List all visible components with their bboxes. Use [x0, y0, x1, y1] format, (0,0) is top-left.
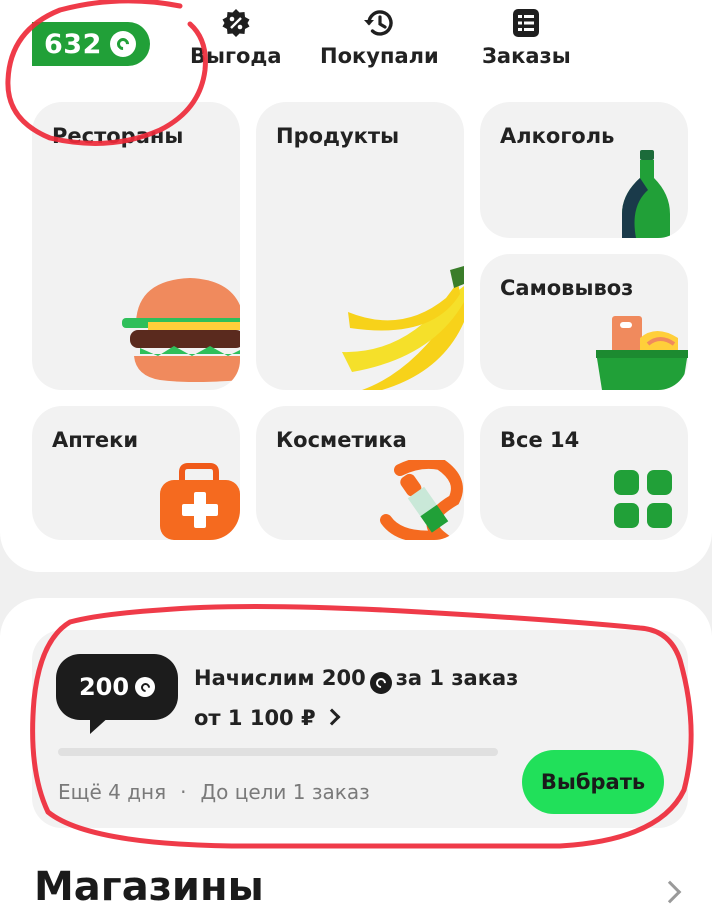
- nav-purchased-label: Покупали: [320, 44, 439, 68]
- promo-line1-suffix: за 1 заказ: [395, 666, 519, 690]
- promo-meta: Ещё 4 дня · До цели 1 заказ: [58, 780, 370, 804]
- category-pharmacy[interactable]: Аптеки: [32, 406, 240, 540]
- promo-bonus-bubble: 200: [56, 654, 178, 720]
- grid-icon: [614, 470, 672, 528]
- category-pickup-label: Самовывоз: [500, 276, 634, 300]
- bubble-tail: [90, 716, 110, 734]
- section-title-shops: Магазины: [34, 864, 264, 910]
- category-pharmacy-label: Аптеки: [52, 428, 139, 452]
- category-restaurants[interactable]: Рестораны: [32, 102, 240, 390]
- category-pickup[interactable]: Самовывоз: [480, 254, 688, 390]
- promo-description[interactable]: Начислим 200 за 1 заказ от 1 100 ₽: [194, 658, 518, 738]
- category-cosmetics-label: Косметика: [276, 428, 407, 452]
- percent-badge-icon: [222, 9, 250, 37]
- header: 632 Выгода Покупали Заказы: [0, 0, 712, 96]
- choose-button[interactable]: Выбрать: [522, 750, 664, 814]
- burger-icon: [122, 278, 240, 382]
- category-restaurants-label: Рестораны: [52, 124, 184, 148]
- bonus-coin-icon: [369, 672, 392, 694]
- category-alcohol[interactable]: Алкоголь: [480, 102, 688, 238]
- bonus-balance-amount: 632: [44, 28, 102, 60]
- promo-line1-prefix: Начислим 200: [194, 666, 366, 690]
- bonus-balance-badge[interactable]: 632: [32, 22, 150, 66]
- category-products-label: Продукты: [276, 124, 400, 148]
- category-all-label: Все 14: [500, 428, 580, 452]
- category-all[interactable]: Все 14: [480, 406, 688, 540]
- basket-icon: [596, 316, 688, 390]
- category-alcohol-label: Алкоголь: [500, 124, 615, 148]
- history-icon: [364, 10, 394, 36]
- bottle-icon: [622, 150, 670, 238]
- promo-line2: от 1 100 ₽: [194, 706, 316, 730]
- bonus-coin-icon: [109, 31, 136, 57]
- nav-orders[interactable]: Заказы: [482, 8, 571, 68]
- category-cosmetics[interactable]: Косметика: [256, 406, 464, 540]
- nav-orders-label: Заказы: [482, 44, 571, 68]
- first-aid-kit-icon: [160, 463, 240, 540]
- bonus-coin-icon: [135, 677, 156, 697]
- promo-bubble-amount: 200: [78, 673, 130, 701]
- lipstick-icon: [380, 460, 463, 540]
- list-icon: [513, 9, 540, 37]
- category-products[interactable]: Продукты: [256, 102, 464, 390]
- promo-days-left: Ещё 4 дня: [58, 780, 167, 804]
- nav-benefits-label: Выгода: [190, 44, 282, 68]
- banana-icon: [342, 266, 464, 390]
- separator-dot: ·: [180, 780, 187, 804]
- chevron-right-icon: [323, 708, 341, 726]
- nav-benefits[interactable]: Выгода: [190, 8, 282, 68]
- promo-progress-bar: [58, 748, 498, 756]
- promo-goal: До цели 1 заказ: [200, 780, 370, 804]
- nav-purchased[interactable]: Покупали: [320, 8, 439, 68]
